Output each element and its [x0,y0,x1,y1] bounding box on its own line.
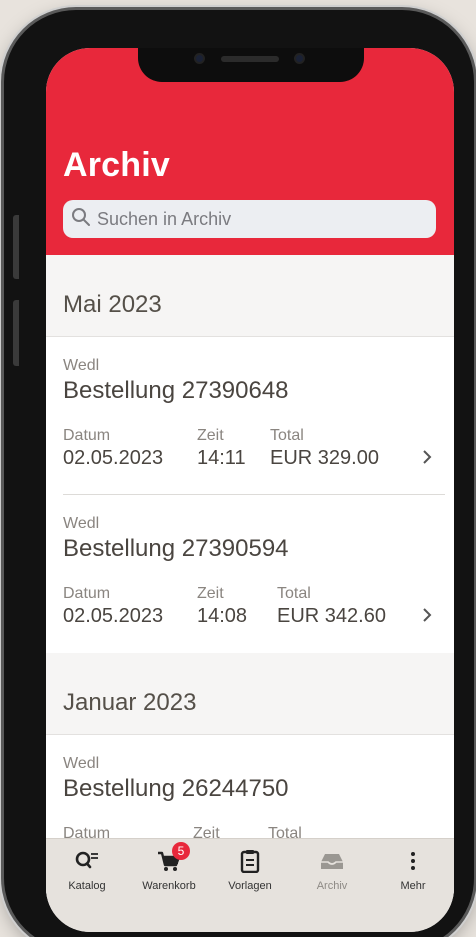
order-row[interactable]: Wedl Bestellung 27390594 Datum Zeit Tota… [46,495,454,653]
order-row[interactable]: Wedl Bestellung 27390648 Datum Zeit Tota… [46,337,454,495]
tab-katalog[interactable]: Katalog [46,839,128,899]
archive-list: Mai 2023 Wedl Bestellung 27390648 Datum … [46,255,454,893]
more-vertical-icon [400,849,426,873]
supplier-name: Wedl [63,755,100,772]
total-label: Total [277,585,311,602]
notch [138,48,364,82]
catalog-search-icon [74,849,100,873]
tab-label: Archiv [316,880,348,892]
tab-archiv[interactable]: Archiv [291,839,373,899]
search-input[interactable] [97,208,417,230]
date-label: Datum [63,585,111,602]
tab-label: Vorlagen [228,880,272,892]
tab-bar: Katalog 5 Warenkorb Vorlagen Archiv Mehr [46,838,454,932]
camera-right-icon [294,53,305,64]
tab-warenkorb[interactable]: 5 Warenkorb [128,839,210,899]
volume-down-button [13,300,19,366]
order-title: Bestellung 27390648 [63,377,289,404]
order-title: Bestellung 27390594 [63,535,289,562]
tab-mehr[interactable]: Mehr [372,839,454,899]
search-icon [71,207,91,232]
section-title: Januar 2023 [63,689,197,716]
search-bar[interactable] [63,200,436,238]
tab-label: Mehr [400,880,426,892]
date-value: 02.05.2023 [63,605,164,627]
section-header-mai-2023: Mai 2023 [46,255,454,337]
tab-label: Warenkorb [142,880,196,892]
chevron-right-icon [422,607,432,623]
supplier-name: Wedl [63,515,100,532]
date-label: Datum [63,427,111,444]
tab-label: Katalog [68,880,106,892]
time-label: Zeit [197,427,224,444]
supplier-name: Wedl [63,357,100,374]
time-value: 14:11 [197,447,246,469]
speaker-grille [221,56,279,62]
camera-left-icon [194,53,205,64]
chevron-right-icon [422,449,432,465]
tab-vorlagen[interactable]: Vorlagen [209,839,291,899]
section-title: Mai 2023 [63,291,162,318]
cart-count-badge: 5 [172,842,190,860]
total-value: EUR 342.60 [277,605,386,627]
date-value: 02.05.2023 [63,447,164,469]
archive-tray-icon [319,849,345,873]
section-header-januar-2023: Januar 2023 [46,653,454,735]
time-value: 14:08 [197,605,248,627]
app-screen: Archiv Mai 2023 Wedl Bestellung 27390648… [46,48,454,932]
order-title: Bestellung 26244750 [63,775,289,802]
time-label: Zeit [197,585,224,602]
phone-frame: Archiv Mai 2023 Wedl Bestellung 27390648… [4,10,474,937]
total-label: Total [270,427,304,444]
clipboard-icon [237,849,263,874]
page-title: Archiv [63,146,171,184]
total-value: EUR 329.00 [270,447,379,469]
volume-up-button [13,215,19,279]
